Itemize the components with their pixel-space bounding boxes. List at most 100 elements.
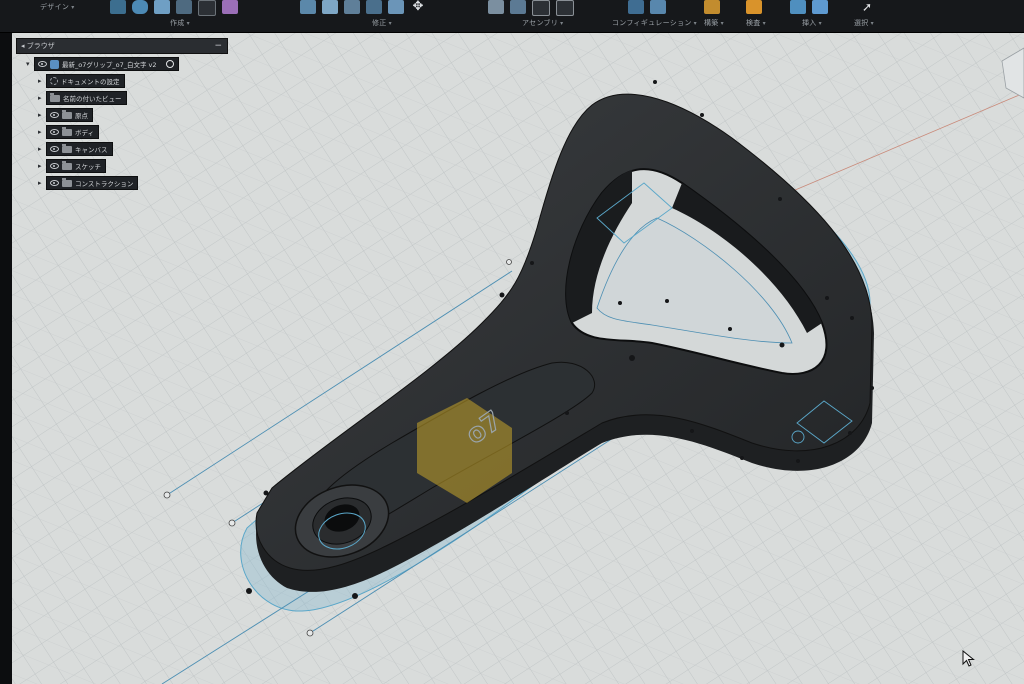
model-scene[interactable]: o7 bbox=[12, 33, 1024, 684]
component-icon bbox=[50, 59, 59, 69]
pattern-icon[interactable] bbox=[198, 0, 216, 16]
browser-title: ブラウザ bbox=[26, 42, 55, 50]
browser-item-canvases[interactable]: ▸ キャンバス bbox=[38, 142, 113, 156]
measure-icon[interactable] bbox=[746, 0, 762, 14]
activate-radio-icon[interactable] bbox=[165, 60, 174, 68]
sketch-point[interactable] bbox=[779, 342, 785, 348]
open-point[interactable] bbox=[306, 629, 314, 637]
item-label: ドキュメントの設定 bbox=[61, 78, 120, 86]
sketch-point[interactable] bbox=[618, 301, 622, 305]
expand-arrow-icon[interactable]: ▾ bbox=[26, 60, 34, 68]
canvas-viewport[interactable]: o7 ◂ ブラウザ − ▾ 最新_o7グリップ_o7_白文字 v2 ▸ ドキュメ… bbox=[12, 33, 1024, 684]
insert-group[interactable]: 挿入 ▾ bbox=[790, 0, 840, 32]
insert-mesh-icon[interactable] bbox=[812, 0, 828, 14]
select-menu-label: 選択 bbox=[854, 19, 869, 27]
construct-group[interactable]: 構築 ▾ bbox=[700, 0, 734, 32]
sketch-point[interactable] bbox=[848, 431, 852, 435]
expand-arrow-icon[interactable]: ▸ bbox=[38, 111, 46, 119]
workspace-label: デザイン bbox=[40, 3, 70, 11]
sketch-point[interactable] bbox=[530, 261, 534, 265]
joint-origin-icon[interactable] bbox=[532, 0, 550, 16]
browser-header[interactable]: ◂ ブラウザ − bbox=[16, 38, 228, 54]
construct-menu-label: 構築 bbox=[704, 19, 719, 27]
workspace-design-menu[interactable]: デザイン ▾ bbox=[40, 0, 90, 32]
sketch-point[interactable] bbox=[653, 80, 657, 84]
sketch-point[interactable] bbox=[740, 456, 744, 460]
offset-plane-icon[interactable] bbox=[704, 0, 720, 14]
combine-icon[interactable] bbox=[388, 0, 404, 14]
browser-item-document-settings[interactable]: ▸ ドキュメントの設定 bbox=[38, 74, 125, 88]
create-group[interactable]: 作成 ▾ bbox=[110, 0, 238, 32]
item-label: ボディ bbox=[75, 129, 95, 137]
expand-arrow-icon[interactable]: ▸ bbox=[38, 145, 46, 153]
sketch-point[interactable] bbox=[850, 316, 854, 320]
sketch-point[interactable] bbox=[778, 197, 782, 201]
toolbar: デザイン ▾ 作成 ▾ ✥ 修正 ▾ アセンブリ ▾ コンフィギュレーション ▾… bbox=[0, 0, 1024, 33]
browser-item-sketches[interactable]: ▸ スケッチ bbox=[38, 159, 106, 173]
insert-menu-label: 挿入 bbox=[802, 19, 817, 27]
folder-icon bbox=[62, 143, 72, 153]
visibility-eye-icon[interactable] bbox=[50, 146, 59, 152]
press-pull-icon[interactable] bbox=[300, 0, 316, 14]
move-icon[interactable]: ✥ bbox=[410, 0, 426, 14]
sketch-point[interactable] bbox=[700, 113, 704, 117]
expand-arrow-icon[interactable]: ▸ bbox=[38, 179, 46, 187]
new-sketch-icon[interactable] bbox=[110, 0, 126, 14]
inspect-group[interactable]: 検査 ▾ bbox=[742, 0, 776, 32]
browser-item-construction[interactable]: ▸ コンストラクション bbox=[38, 176, 139, 190]
browser-item-bodies[interactable]: ▸ ボディ bbox=[38, 125, 100, 139]
modify-group[interactable]: ✥ 修正 ▾ bbox=[300, 0, 470, 32]
shell-icon[interactable] bbox=[366, 0, 382, 14]
sketch-point[interactable] bbox=[870, 386, 874, 390]
sketch-point[interactable] bbox=[352, 593, 358, 599]
insert-derive-icon[interactable] bbox=[790, 0, 806, 14]
browser-item-named-views[interactable]: ▸ 名前の付いたビュー bbox=[38, 91, 127, 105]
configure-menu-label: コンフィギュレーション bbox=[612, 19, 692, 27]
visibility-eye-icon[interactable] bbox=[50, 180, 59, 186]
visibility-eye-icon[interactable] bbox=[50, 163, 59, 169]
sketch-point[interactable] bbox=[263, 490, 269, 496]
expand-arrow-icon[interactable]: ▸ bbox=[38, 162, 46, 170]
mouse-cursor-icon bbox=[962, 650, 975, 667]
sketch-point[interactable] bbox=[665, 299, 669, 303]
sketch-point[interactable] bbox=[246, 588, 252, 594]
sketch-point[interactable] bbox=[796, 459, 800, 463]
as-built-joint-icon[interactable] bbox=[510, 0, 526, 14]
hole-icon[interactable] bbox=[176, 0, 192, 14]
visibility-eye-icon[interactable] bbox=[38, 61, 47, 67]
chamfer-icon[interactable] bbox=[344, 0, 360, 14]
sketch-point[interactable] bbox=[499, 292, 505, 298]
browser-root-row[interactable]: ▾ 最新_o7グリップ_o7_白文字 v2 bbox=[26, 57, 179, 71]
item-label: コンストラクション bbox=[75, 180, 134, 188]
open-point[interactable] bbox=[163, 491, 171, 499]
form-icon[interactable] bbox=[222, 0, 238, 14]
browser-collapse-button[interactable]: − bbox=[214, 39, 222, 53]
sketch-point[interactable] bbox=[825, 296, 829, 300]
fillet-icon[interactable] bbox=[322, 0, 338, 14]
configure-group[interactable]: コンフィギュレーション ▾ bbox=[612, 0, 697, 32]
visibility-eye-icon[interactable] bbox=[50, 129, 59, 135]
select-group[interactable]: ➚ 選択 ▾ bbox=[850, 0, 890, 32]
select-arrow-icon[interactable]: ➚ bbox=[862, 0, 878, 14]
joint-icon[interactable] bbox=[488, 0, 504, 14]
configure-icon[interactable] bbox=[628, 0, 644, 14]
browser-item-origin[interactable]: ▸ 原点 bbox=[38, 108, 93, 122]
folder-icon bbox=[62, 177, 72, 187]
item-label: 名前の付いたビュー bbox=[63, 95, 122, 103]
assemble-group[interactable]: アセンブリ ▾ bbox=[488, 0, 598, 32]
sketch-point[interactable] bbox=[629, 355, 635, 361]
revolve-icon[interactable] bbox=[154, 0, 170, 14]
table-icon[interactable] bbox=[556, 0, 574, 16]
sketch-point[interactable] bbox=[728, 327, 732, 331]
expand-arrow-icon[interactable]: ▸ bbox=[38, 94, 46, 102]
expand-arrow-icon[interactable]: ▸ bbox=[38, 77, 46, 85]
inspect-menu-label: 検査 bbox=[746, 19, 761, 27]
sketch-point[interactable] bbox=[690, 429, 694, 433]
open-point[interactable] bbox=[506, 259, 512, 265]
sketch-point[interactable] bbox=[565, 411, 569, 415]
expand-arrow-icon[interactable]: ▸ bbox=[38, 128, 46, 136]
visibility-eye-icon[interactable] bbox=[50, 112, 59, 118]
open-point[interactable] bbox=[228, 519, 236, 527]
extrude-icon[interactable] bbox=[132, 0, 148, 14]
configure-table-icon[interactable] bbox=[650, 0, 666, 14]
